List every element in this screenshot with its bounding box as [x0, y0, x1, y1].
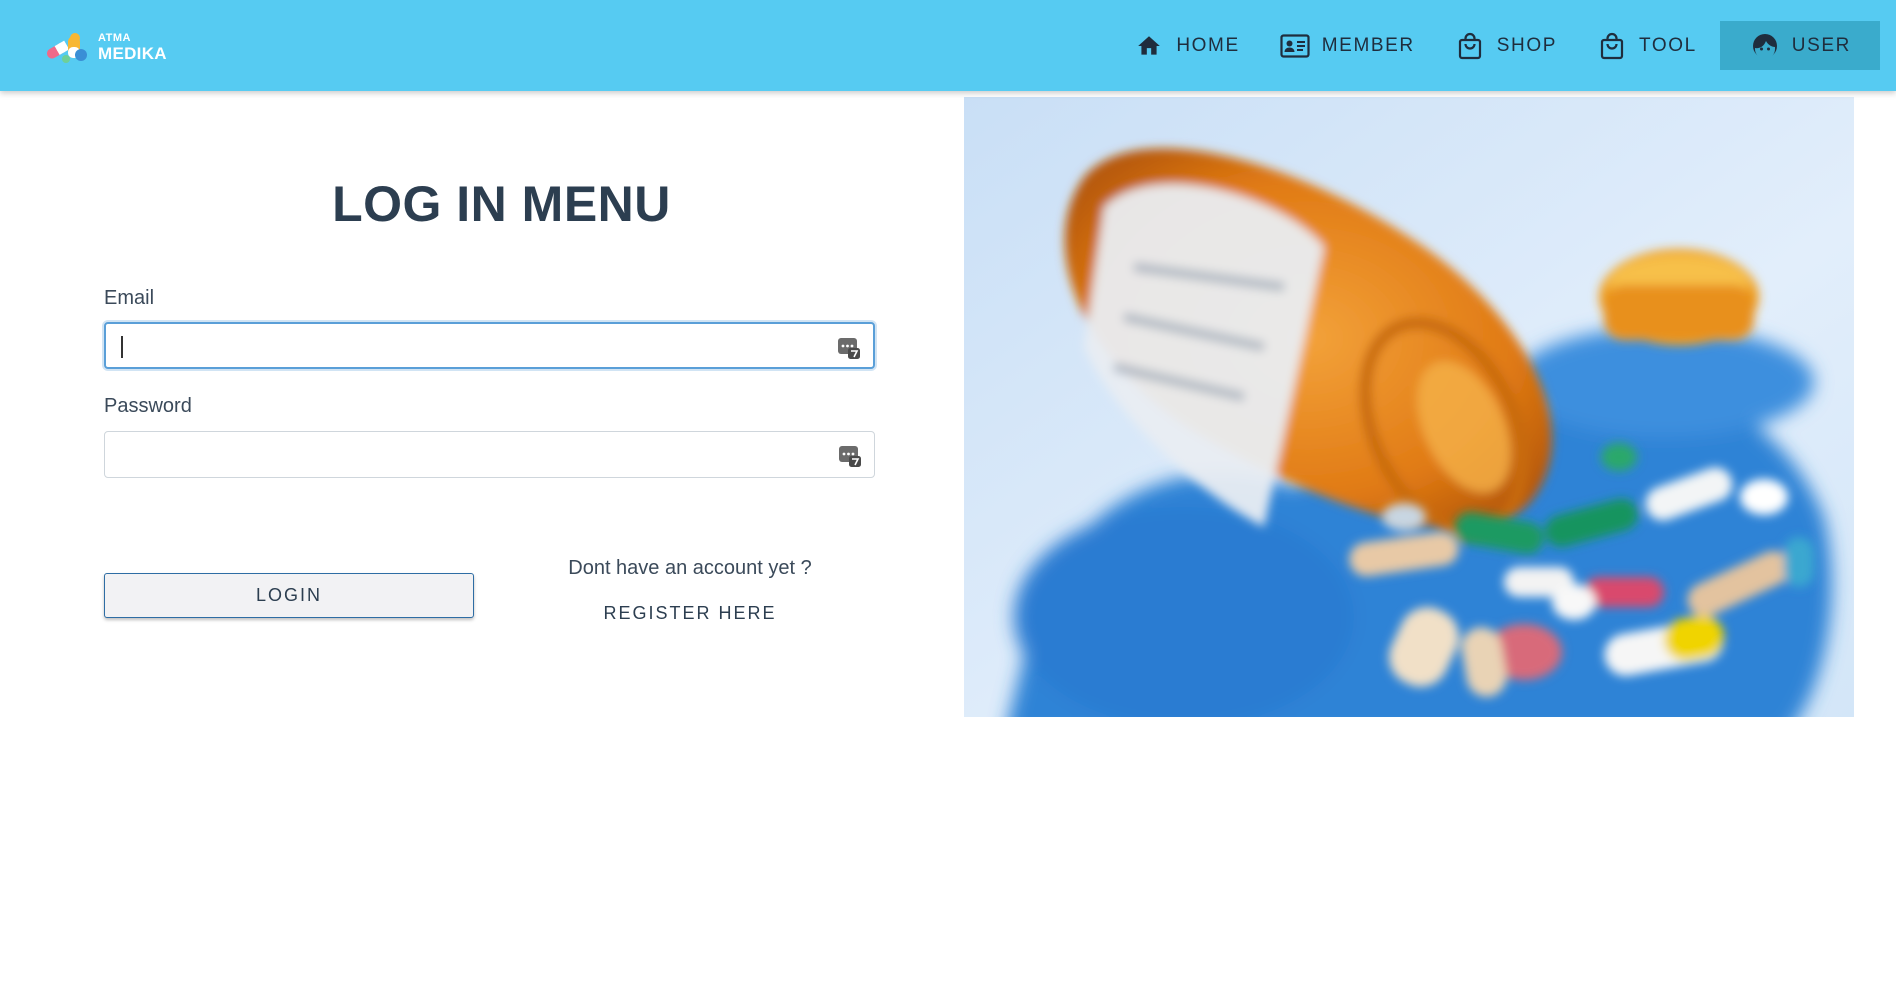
shopping-bag-icon — [1455, 31, 1485, 61]
nav-home-label: HOME — [1176, 34, 1240, 56]
autofill-key-icon[interactable] — [838, 444, 862, 468]
nav-user[interactable]: USER — [1719, 21, 1880, 70]
page-title: LOG IN MENU — [332, 176, 671, 232]
logo-text: ATMA MEDIKA — [98, 31, 167, 63]
email-field-wrapper — [104, 322, 875, 369]
register-link[interactable]: REGISTER HERE — [530, 603, 850, 624]
nav-member-label: MEMBER — [1321, 34, 1415, 56]
main-nav: HOME MEMBER SHOP TOOL USER — [1114, 21, 1880, 70]
email-field[interactable] — [106, 324, 873, 367]
medicine-hero-image — [964, 97, 1854, 717]
nav-shop-label: SHOP — [1496, 34, 1557, 56]
home-icon — [1134, 31, 1164, 61]
email-label: Email — [104, 287, 155, 309]
nav-shop[interactable]: SHOP — [1435, 21, 1577, 70]
autofill-key-icon[interactable] — [837, 336, 861, 360]
pills-logo-icon — [46, 33, 87, 63]
medicine-bottle-pills-illustration — [964, 97, 1854, 717]
navbar: ATMA MEDIKA HOME MEMBER SHOP TOOL USER — [0, 0, 1896, 91]
nav-tool-label: TOOL — [1639, 34, 1697, 56]
face-icon — [1750, 31, 1780, 61]
login-button[interactable]: LOGIN — [104, 573, 474, 618]
register-question: Dont have an account yet ? — [568, 557, 812, 579]
nav-tool[interactable]: TOOL — [1577, 21, 1717, 70]
password-field[interactable] — [105, 432, 874, 477]
id-card-icon — [1280, 31, 1310, 61]
password-label: Password — [104, 395, 192, 417]
logo-bottom-text: MEDIKA — [98, 43, 167, 63]
text-cursor — [121, 336, 123, 358]
logo-top-text: ATMA — [98, 31, 131, 44]
password-field-wrapper — [104, 431, 875, 478]
shopping-bag-icon — [1597, 31, 1627, 61]
atma-medika-logo[interactable]: ATMA MEDIKA — [44, 28, 176, 66]
nav-home[interactable]: HOME — [1114, 21, 1259, 70]
nav-member[interactable]: MEMBER — [1260, 21, 1435, 70]
nav-user-label: USER — [1791, 34, 1851, 56]
